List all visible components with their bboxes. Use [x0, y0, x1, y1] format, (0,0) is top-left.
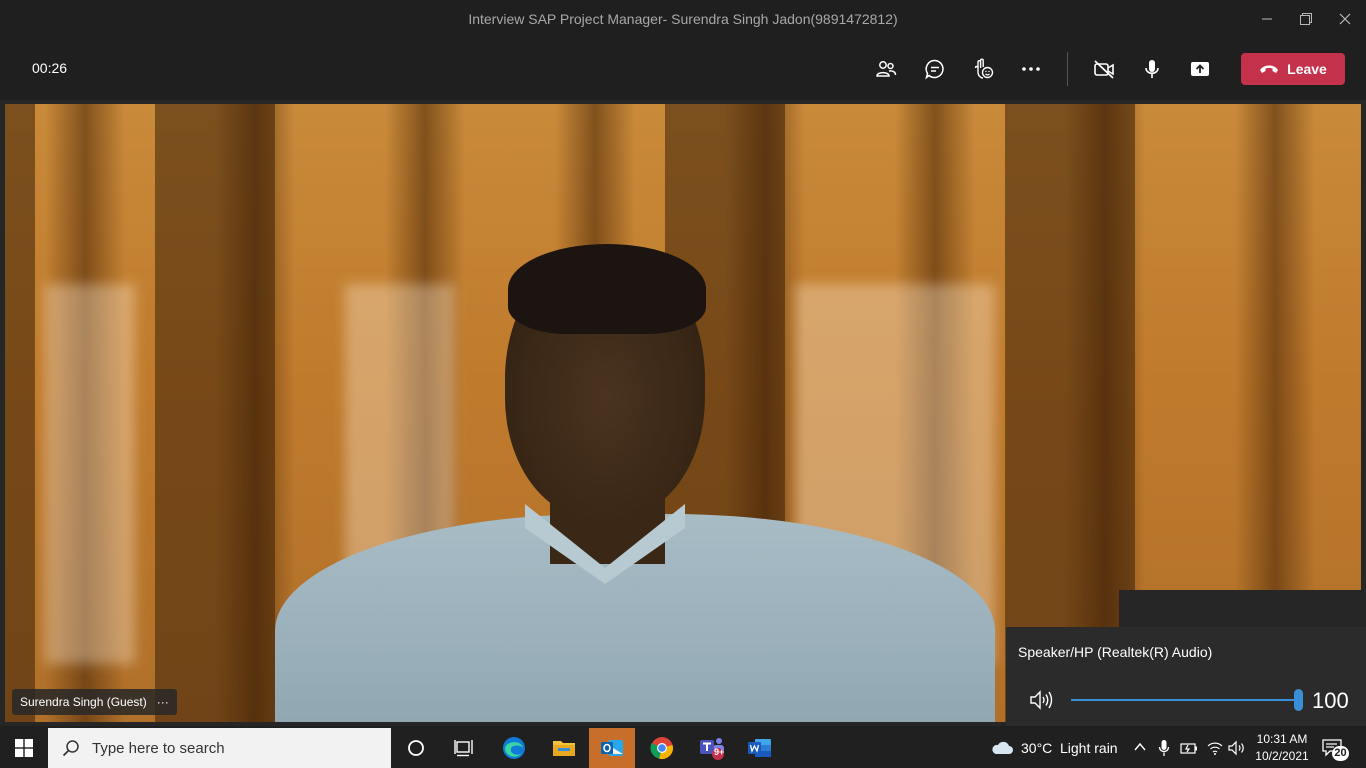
curtain-fold [5, 104, 35, 722]
minimize-icon [1262, 18, 1272, 20]
toolbar-divider [1067, 52, 1068, 86]
reactions-button[interactable] [965, 52, 1001, 86]
wifi-icon[interactable] [1206, 740, 1224, 756]
cortana-icon [408, 740, 424, 756]
participant-more-icon[interactable]: ··· [157, 695, 169, 709]
clock-time: 10:31 AM [1256, 732, 1308, 746]
chevron-up-icon[interactable] [1134, 742, 1146, 752]
teams-badge: 9+ [714, 747, 725, 757]
outlook-app[interactable] [589, 728, 635, 768]
more-icon [1022, 67, 1040, 71]
camera-toggle-button[interactable] [1086, 52, 1122, 86]
battery-icon[interactable] [1180, 741, 1198, 755]
share-screen-button[interactable] [1182, 52, 1218, 86]
share-icon [1191, 62, 1209, 76]
teams-app[interactable]: 9+ [689, 728, 735, 768]
curtain-fold [155, 104, 275, 722]
task-view-icon [454, 740, 473, 757]
window-title: Interview SAP Project Manager- Surendra … [468, 11, 898, 27]
chrome-icon [650, 737, 673, 759]
taskbar-search-box[interactable]: Type here to search [48, 728, 391, 768]
volume-tray-icon[interactable] [1228, 740, 1248, 756]
more-actions-button[interactable] [1013, 52, 1049, 86]
hang-up-icon [1260, 65, 1279, 73]
teams-meeting-window: Interview SAP Project Manager- Surendra … [0, 0, 1366, 768]
chat-icon [925, 59, 944, 80]
reactions-icon [974, 58, 994, 79]
participant-name-tag[interactable]: Surendra Singh (Guest) ··· [12, 689, 177, 715]
edge-app[interactable] [491, 728, 537, 768]
notification-count: 20 [1332, 746, 1349, 761]
volume-flyout: Speaker/HP (Realtek(R) Audio) 100 [1006, 627, 1366, 726]
volume-slider-thumb[interactable] [1294, 689, 1303, 711]
taskbar: Type here to search 9+ 30°C Light rain 1… [0, 728, 1366, 768]
outlook-icon [601, 740, 623, 756]
leave-label: Leave [1287, 61, 1327, 77]
self-view-placeholder [1119, 590, 1366, 630]
cortana-button[interactable] [393, 728, 439, 768]
file-explorer-app[interactable] [541, 728, 587, 768]
title-bar: Interview SAP Project Manager- Surendra … [0, 0, 1366, 38]
leave-button[interactable]: Leave [1241, 53, 1345, 85]
weather-description[interactable]: Light rain [1060, 740, 1118, 756]
edge-icon [503, 737, 525, 759]
windows-logo-icon [15, 739, 33, 757]
meeting-toolbar: 00:26 Leave [0, 38, 1366, 100]
chrome-app[interactable] [639, 728, 685, 768]
search-icon [62, 740, 79, 757]
start-button[interactable] [0, 728, 48, 768]
volume-level: 100 [1312, 688, 1349, 713]
audio-device-name[interactable]: Speaker/HP (Realtek(R) Audio) [1018, 644, 1212, 660]
weather-cloud-icon[interactable] [990, 740, 1014, 756]
chat-button[interactable] [917, 52, 953, 86]
search-placeholder: Type here to search [92, 739, 225, 757]
microphone-toggle-button[interactable] [1134, 52, 1170, 86]
participant-name: Surendra Singh (Guest) [20, 695, 147, 709]
action-center-button[interactable]: 20 [1322, 736, 1352, 762]
participants-button[interactable] [868, 52, 904, 86]
volume-slider-track[interactable] [1071, 699, 1299, 701]
participant-hair [508, 244, 706, 334]
restore-icon [1300, 13, 1312, 25]
mic-tray-icon[interactable] [1158, 739, 1170, 757]
taskbar-clock[interactable]: 10:31 AM 10/2/2021 [1254, 731, 1310, 765]
word-icon [748, 739, 771, 757]
close-icon [1339, 13, 1351, 25]
mic-icon [1145, 60, 1159, 78]
window-light [45, 284, 135, 664]
meeting-timer: 00:26 [32, 60, 68, 76]
speaker-icon[interactable] [1028, 689, 1054, 711]
task-view-button[interactable] [441, 728, 487, 768]
folder-icon [553, 741, 575, 756]
word-app[interactable] [737, 728, 783, 768]
close-button[interactable] [1322, 0, 1366, 38]
clock-date: 10/2/2021 [1255, 749, 1309, 763]
weather-temperature[interactable]: 30°C [1021, 740, 1052, 756]
camera-off-icon [1094, 60, 1114, 79]
people-icon [876, 61, 897, 77]
